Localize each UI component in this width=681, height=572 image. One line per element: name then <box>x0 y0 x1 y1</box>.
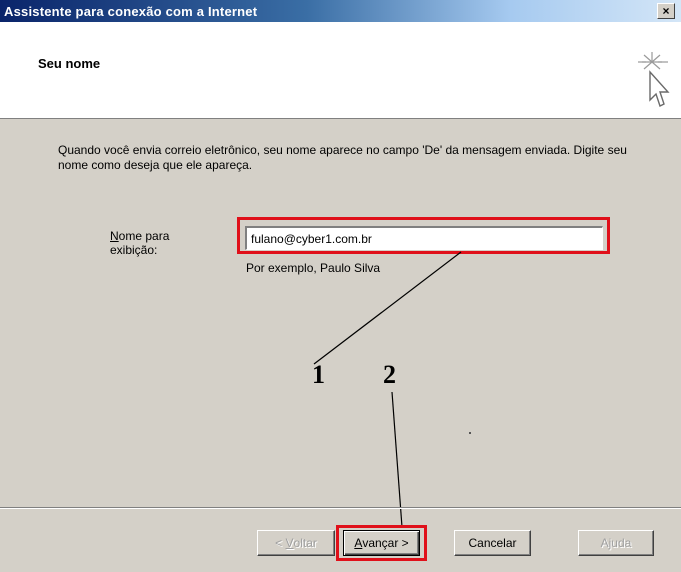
next-button-highlight-box <box>336 525 427 561</box>
annotation-line-1 <box>313 251 462 365</box>
annotation-lines <box>313 251 462 528</box>
back-button-accel: V <box>285 536 294 550</box>
wizard-window: Assistente para conexão com a Internet ×… <box>0 0 681 572</box>
back-button[interactable]: < Voltar <box>257 530 335 556</box>
back-button-label: oltar <box>293 536 317 550</box>
stray-dot <box>469 432 471 434</box>
back-button-prefix: < <box>275 536 283 550</box>
annotation-marker-1: 1 <box>312 360 325 389</box>
footer-separator-highlight <box>0 508 681 509</box>
cancel-button[interactable]: Cancelar <box>454 530 531 556</box>
annotation-marker-2: 2 <box>383 360 396 389</box>
help-button[interactable]: Ajuda <box>578 530 654 556</box>
